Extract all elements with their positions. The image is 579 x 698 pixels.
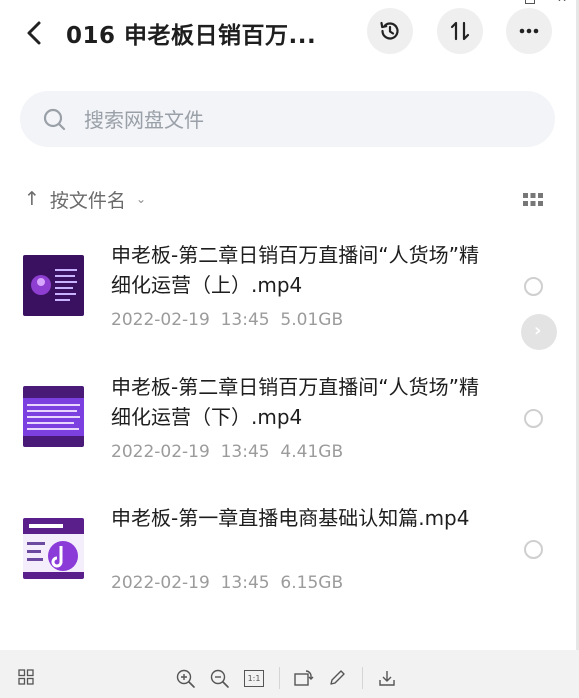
file-date: 2022-02-19	[111, 573, 210, 593]
file-meta: 2022-02-19 13:45 6.15GB	[111, 573, 343, 593]
search-input[interactable]	[82, 101, 526, 139]
search-icon	[43, 108, 66, 131]
select-radio[interactable]	[524, 409, 543, 428]
file-time: 13:45	[220, 573, 270, 593]
download-icon[interactable]	[378, 669, 396, 687]
history-button[interactable]	[367, 8, 413, 54]
file-time: 13:45	[220, 442, 270, 462]
file-list-item[interactable]: 申老板-第二章日销百万直播间“人货场”精细化运营（下）.mp4 2022-02-…	[0, 362, 576, 482]
transfer-button[interactable]	[437, 8, 483, 54]
file-list-item[interactable]: 申老板-第一章直播电商基础认知篇.mp4 2022-02-19 13:45 6.…	[0, 493, 576, 613]
select-radio[interactable]	[524, 540, 543, 559]
file-time: 13:45	[220, 310, 270, 330]
sort-direction-icon[interactable]: ↑	[24, 188, 40, 210]
file-list-item[interactable]: 申老板-第二章日销百万直播间“人货场”精细化运营（上）.mp4 2022-02-…	[0, 230, 576, 350]
file-meta: 2022-02-19 13:45 5.01GB	[111, 310, 343, 330]
header: 016 申老板日销百万...	[0, 8, 576, 56]
more-icon	[519, 28, 539, 34]
zoom-out-icon[interactable]	[210, 669, 230, 689]
viewer-toolbar: 1:1	[0, 650, 579, 698]
grid-view-icon[interactable]	[523, 193, 543, 207]
file-size: 5.01GB	[280, 310, 344, 330]
pencil-icon[interactable]	[328, 669, 346, 687]
chevron-left-icon	[27, 21, 41, 45]
sort-selector[interactable]: ↑ 按文件名 ⌄	[24, 184, 146, 214]
history-icon	[380, 21, 399, 40]
rotate-icon[interactable]	[294, 669, 314, 687]
video-thumbnail	[23, 518, 84, 579]
chevron-down-icon: ⌄	[135, 192, 146, 206]
file-meta: 2022-02-19 13:45 4.41GB	[111, 442, 343, 462]
file-name[interactable]: 申老板-第二章日销百万直播间“人货场”精细化运营（下）.mp4	[111, 372, 481, 432]
select-radio[interactable]	[524, 277, 543, 296]
file-name[interactable]: 申老板-第一章直播电商基础认知篇.mp4	[111, 503, 481, 533]
close-icon[interactable]: ✕	[557, 0, 567, 4]
zoom-in-icon[interactable]	[176, 669, 196, 689]
file-date: 2022-02-19	[111, 442, 210, 462]
search-bar[interactable]	[20, 91, 555, 147]
scroll-next-button[interactable]: ›	[521, 314, 557, 350]
page-title: 016 申老板日销百万...	[66, 23, 317, 49]
actual-size-button[interactable]: 1:1	[244, 670, 264, 687]
chevron-right-icon: ›	[534, 320, 542, 341]
file-name[interactable]: 申老板-第二章日销百万直播间“人货场”精细化运营（上）.mp4	[111, 240, 481, 300]
more-button[interactable]	[506, 8, 552, 54]
video-thumbnail	[23, 255, 84, 316]
maximize-icon[interactable]	[525, 0, 535, 4]
toolbar-divider	[279, 667, 280, 689]
video-thumbnail	[23, 386, 84, 447]
file-date: 2022-02-19	[111, 310, 210, 330]
file-size: 6.15GB	[280, 573, 344, 593]
sort-label: 按文件名	[49, 189, 126, 212]
toolbar-divider	[362, 667, 363, 689]
file-size: 4.41GB	[280, 442, 344, 462]
transfer-icon	[450, 21, 470, 41]
window-titlebar: ✕	[0, 0, 579, 10]
back-button[interactable]	[20, 18, 50, 48]
thumbnails-icon[interactable]	[18, 669, 34, 685]
